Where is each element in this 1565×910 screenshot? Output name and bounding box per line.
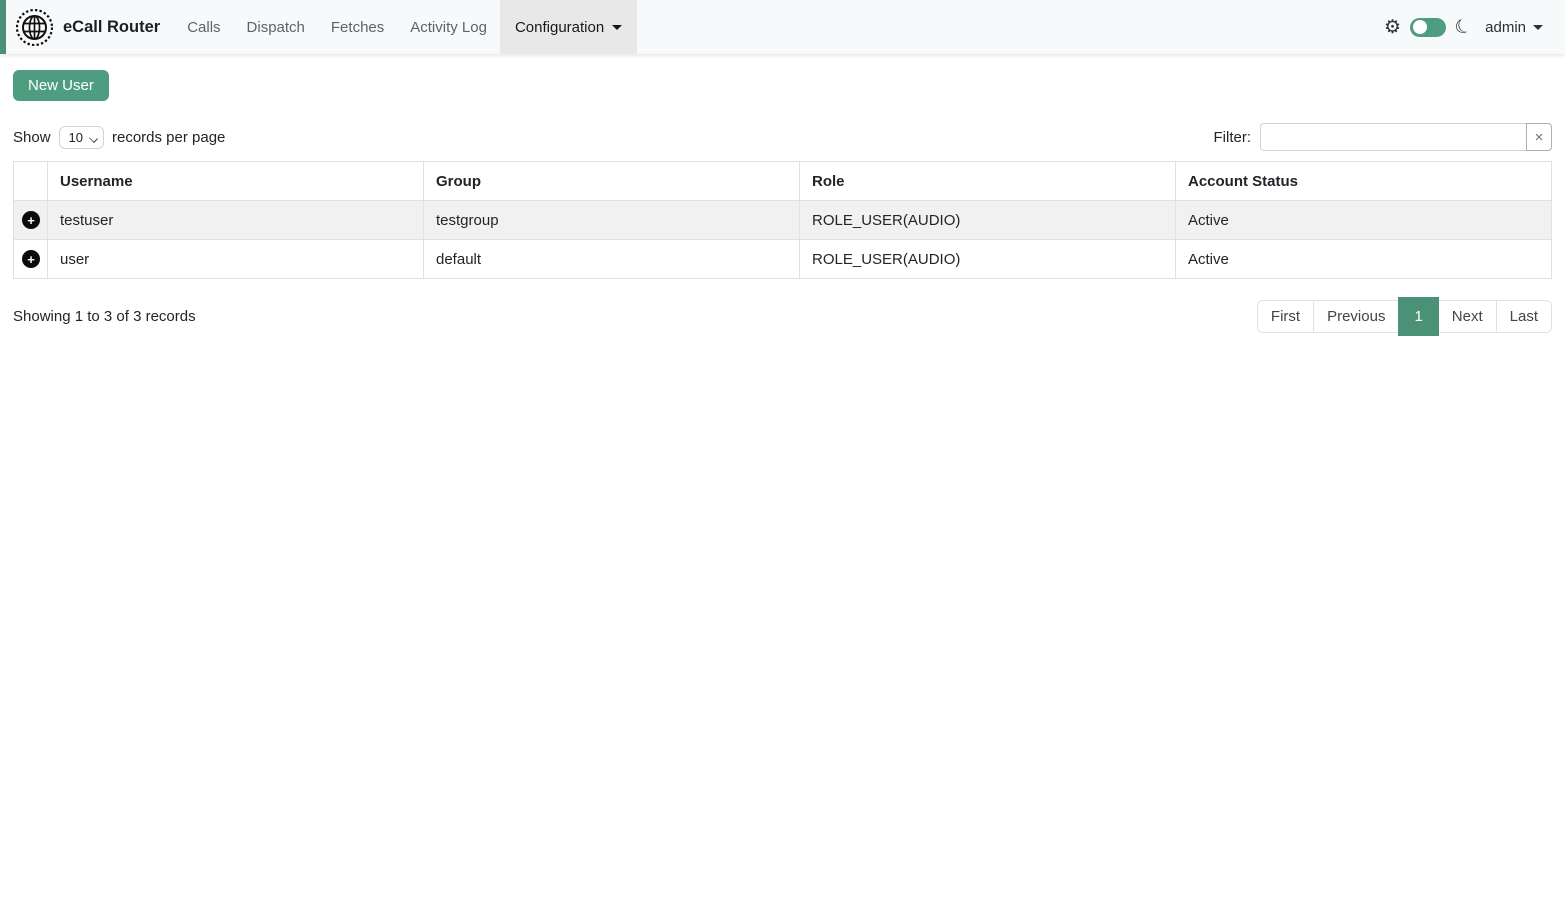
filter-input[interactable]	[1260, 123, 1526, 151]
table-header-row: Username Group Role Account Status	[14, 162, 1552, 201]
page-length-control: Show 10 records per page	[13, 126, 225, 149]
nav-item-fetches[interactable]: Fetches	[318, 0, 397, 54]
pagination-page-1-button[interactable]: 1	[1398, 297, 1438, 336]
pagination: First Previous 1 Next Last	[1257, 297, 1552, 336]
select-chevron-down-icon	[89, 134, 98, 143]
brand-title: eCall Router	[63, 18, 160, 37]
cell-account-status: Active	[1176, 201, 1552, 240]
header-group: Group	[424, 162, 800, 201]
nav-item-activity-log[interactable]: Activity Log	[397, 0, 500, 54]
nav-item-configuration-label: Configuration	[515, 19, 604, 36]
brand[interactable]: eCall Router	[6, 0, 174, 54]
table-row: + testuser testgroup ROLE_USER(AUDIO) Ac…	[14, 201, 1552, 240]
new-user-button[interactable]: New User	[13, 70, 109, 101]
nav-item-configuration[interactable]: Configuration	[500, 0, 637, 54]
filter-label: Filter:	[1214, 129, 1252, 146]
pagination-last-button[interactable]: Last	[1496, 300, 1552, 333]
cell-account-status: Active	[1176, 240, 1552, 279]
users-table: Username Group Role Account Status + tes…	[13, 161, 1552, 279]
header-role: Role	[800, 162, 1176, 201]
theme-toggle[interactable]	[1410, 18, 1446, 37]
top-navbar: eCall Router Calls Dispatch Fetches Acti…	[0, 0, 1565, 54]
cell-username: testuser	[48, 201, 424, 240]
table-row: + user default ROLE_USER(AUDIO) Active	[14, 240, 1552, 279]
header-expand-column	[14, 162, 48, 201]
table-footer: Showing 1 to 3 of 3 records First Previo…	[13, 297, 1552, 336]
table-controls-row: Show 10 records per page Filter: ×	[13, 123, 1552, 151]
main-content: New User Show 10 records per page Filter…	[0, 54, 1565, 336]
theme-toggle-knob	[1413, 20, 1427, 34]
header-account-status: Account Status	[1176, 162, 1552, 201]
navbar-right: ⚙ ☾ admin	[1384, 0, 1565, 54]
pagination-first-button[interactable]: First	[1257, 300, 1314, 333]
globe-logo-icon	[16, 9, 53, 46]
page-length-select[interactable]: 10	[59, 126, 104, 149]
moon-icon: ☾	[1452, 15, 1475, 39]
filter-clear-button[interactable]: ×	[1526, 123, 1552, 151]
user-menu-label: admin	[1485, 19, 1526, 36]
chevron-down-icon	[612, 25, 622, 30]
nav-links: Calls Dispatch Fetches Activity Log Conf…	[174, 0, 637, 54]
cell-group: default	[424, 240, 800, 279]
cell-group: testgroup	[424, 201, 800, 240]
user-menu-chevron-down-icon	[1533, 25, 1543, 30]
pagination-previous-button[interactable]: Previous	[1313, 300, 1399, 333]
expand-row-icon[interactable]: +	[22, 211, 40, 229]
page-length-selected-value: 10	[69, 130, 83, 145]
pagination-next-button[interactable]: Next	[1438, 300, 1497, 333]
user-menu[interactable]: admin	[1485, 19, 1543, 36]
show-label: Show	[13, 129, 51, 146]
header-username: Username	[48, 162, 424, 201]
expand-row-icon[interactable]: +	[22, 250, 40, 268]
records-summary: Showing 1 to 3 of 3 records	[13, 308, 196, 325]
records-per-page-label: records per page	[112, 129, 225, 146]
nav-item-dispatch[interactable]: Dispatch	[234, 0, 318, 54]
cell-role: ROLE_USER(AUDIO)	[800, 201, 1176, 240]
nav-item-calls[interactable]: Calls	[174, 0, 233, 54]
cell-username: user	[48, 240, 424, 279]
cell-role: ROLE_USER(AUDIO)	[800, 240, 1176, 279]
clear-x-icon: ×	[1535, 129, 1544, 146]
filter-group: Filter: ×	[1214, 123, 1553, 151]
gear-icon: ⚙	[1384, 18, 1401, 37]
